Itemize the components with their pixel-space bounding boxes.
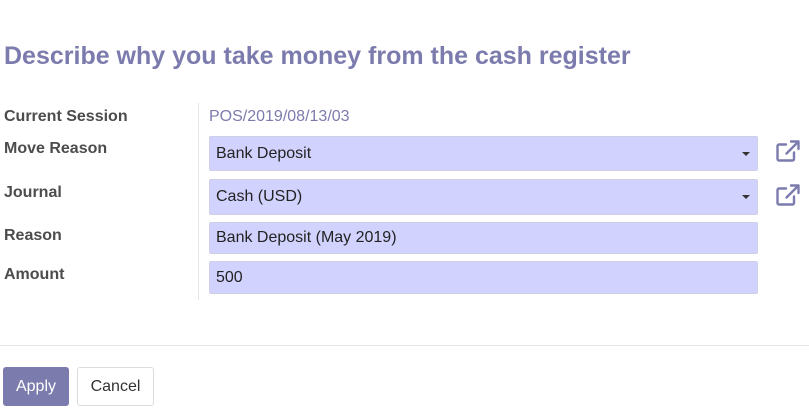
move-reason-label: Move Reason bbox=[4, 140, 108, 157]
caret-down-icon bbox=[742, 151, 750, 156]
amount-input[interactable]: 500 bbox=[209, 261, 758, 294]
amount-value: 500 bbox=[216, 268, 243, 286]
cancel-button[interactable]: Cancel bbox=[77, 367, 154, 406]
reason-label: Reason bbox=[4, 227, 62, 244]
caret-down-icon bbox=[742, 195, 750, 199]
external-link-icon[interactable] bbox=[775, 139, 801, 163]
reason-input[interactable]: Bank Deposit (May 2019) bbox=[209, 222, 758, 254]
move-reason-select[interactable]: Bank Deposit bbox=[209, 136, 758, 171]
reason-value: Bank Deposit (May 2019) bbox=[216, 229, 397, 246]
wizard-title: Describe why you take money from the cas… bbox=[4, 42, 631, 70]
journal-select[interactable]: Cash (USD) bbox=[209, 179, 758, 215]
apply-button[interactable]: Apply bbox=[3, 367, 69, 406]
current-session-label: Current Session bbox=[4, 108, 128, 125]
journal-label: Journal bbox=[4, 184, 62, 201]
form-divider bbox=[198, 103, 199, 300]
journal-value: Cash (USD) bbox=[216, 188, 303, 205]
footer-divider bbox=[0, 345, 809, 346]
amount-label: Amount bbox=[4, 266, 65, 283]
current-session-link[interactable]: POS/2019/08/13/03 bbox=[209, 108, 350, 126]
external-link-icon[interactable] bbox=[775, 183, 801, 207]
move-reason-value: Bank Deposit bbox=[216, 144, 312, 162]
